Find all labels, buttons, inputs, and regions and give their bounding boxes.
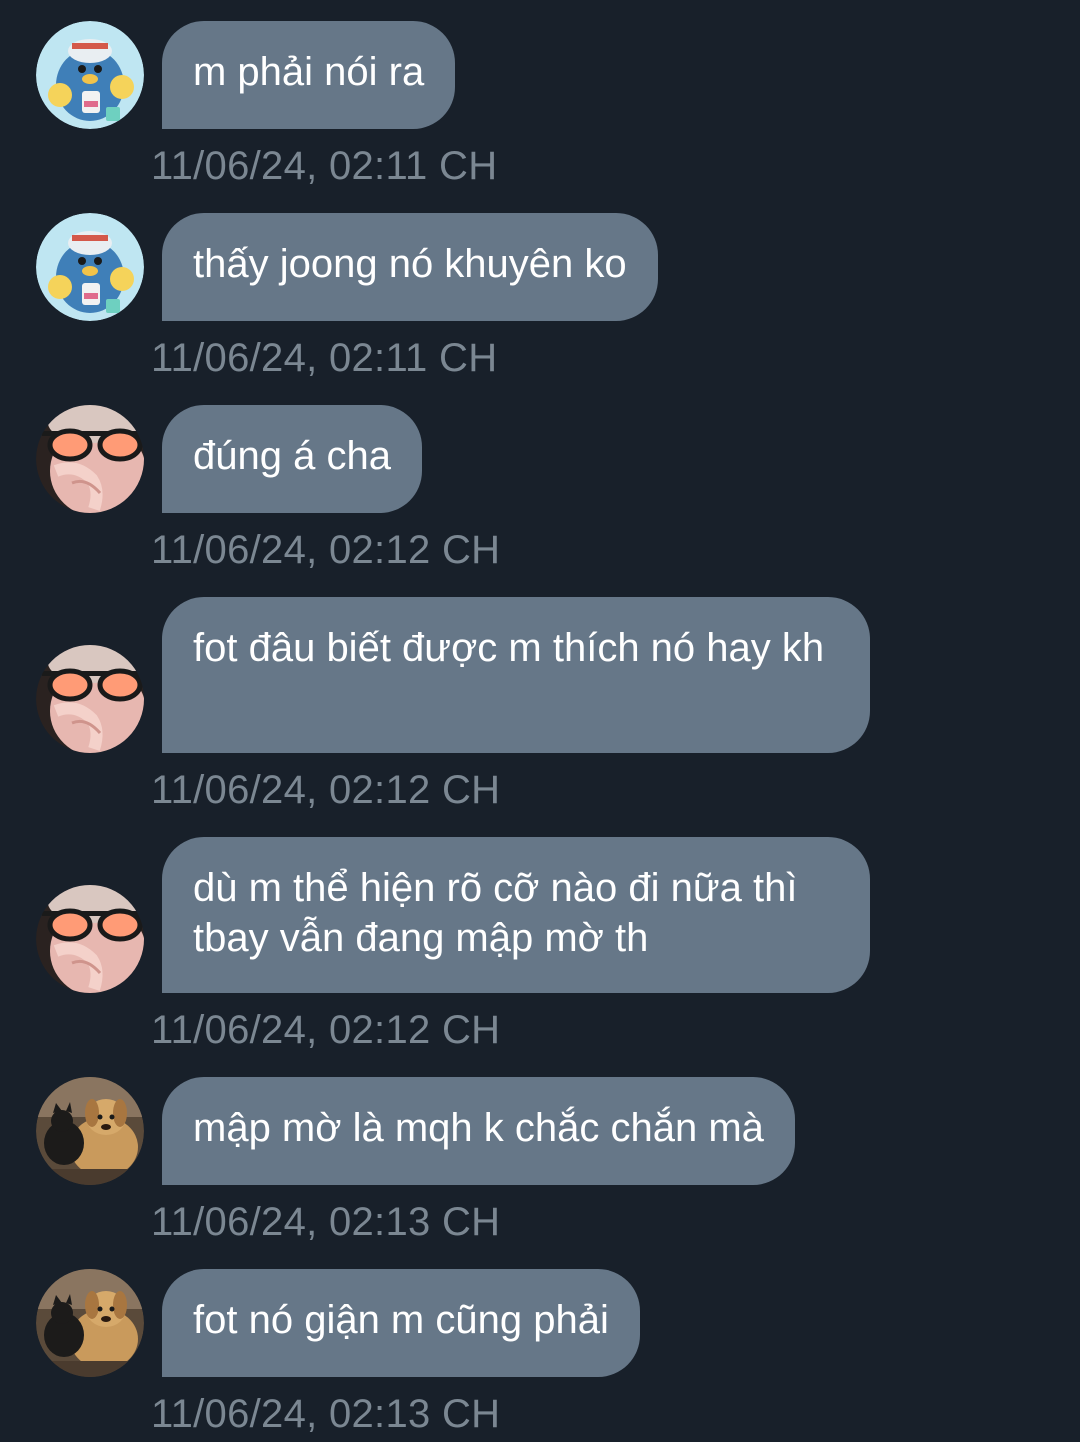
message-timestamp: 11/06/24, 02:11 CH bbox=[151, 144, 498, 188]
message-timestamp: 11/06/24, 02:11 CH bbox=[151, 336, 498, 380]
avatar-penguin-icon[interactable] bbox=[36, 21, 144, 129]
message-bubble[interactable]: fot nó giận m cũng phải bbox=[162, 1269, 640, 1377]
message-bubble[interactable]: m phải nói ra bbox=[162, 21, 456, 129]
message-text: fot nó giận m cũng phải bbox=[193, 1298, 609, 1342]
message-text: fot đâu biết được m thích nó hay kh bbox=[193, 626, 825, 670]
message-timestamp: 11/06/24, 02:12 CH bbox=[151, 1008, 501, 1052]
message-text: đúng á cha bbox=[193, 434, 391, 478]
message-text: dù m thể hiện rõ cỡ nào đi nữa thì tbay … bbox=[193, 866, 798, 960]
message-timestamp: 11/06/24, 02:12 CH bbox=[151, 528, 501, 572]
message-bubble[interactable]: mập mờ là mqh k chắc chắn mà bbox=[162, 1077, 795, 1185]
avatar-sunglasses-person-icon[interactable] bbox=[36, 405, 144, 513]
message-bubble[interactable]: dù m thể hiện rõ cỡ nào đi nữa thì tbay … bbox=[162, 837, 870, 993]
message-timestamp: 11/06/24, 02:13 CH bbox=[151, 1200, 501, 1244]
message-text: thấy joong nó khuyên ko bbox=[193, 242, 627, 286]
avatar-dog-cat-icon[interactable] bbox=[36, 1269, 144, 1377]
avatar-sunglasses-person-icon[interactable] bbox=[36, 885, 144, 993]
avatar-dog-cat-icon[interactable] bbox=[36, 1077, 144, 1185]
avatar-sunglasses-person-icon[interactable] bbox=[36, 645, 144, 753]
chat-thread: m phải nói ra 11/06/24, 02:11 CH thấy jo… bbox=[0, 0, 1080, 1442]
message-text: mập mờ là mqh k chắc chắn mà bbox=[193, 1106, 764, 1150]
message-bubble[interactable]: đúng á cha bbox=[162, 405, 422, 513]
message-timestamp: 11/06/24, 02:12 CH bbox=[151, 768, 501, 812]
avatar-penguin-icon[interactable] bbox=[36, 213, 144, 321]
message-timestamp: 11/06/24, 02:13 CH bbox=[151, 1392, 501, 1436]
message-text: m phải nói ra bbox=[193, 50, 425, 94]
message-bubble[interactable]: fot đâu biết được m thích nó hay kh bbox=[162, 597, 870, 753]
message-bubble[interactable]: thấy joong nó khuyên ko bbox=[162, 213, 658, 321]
